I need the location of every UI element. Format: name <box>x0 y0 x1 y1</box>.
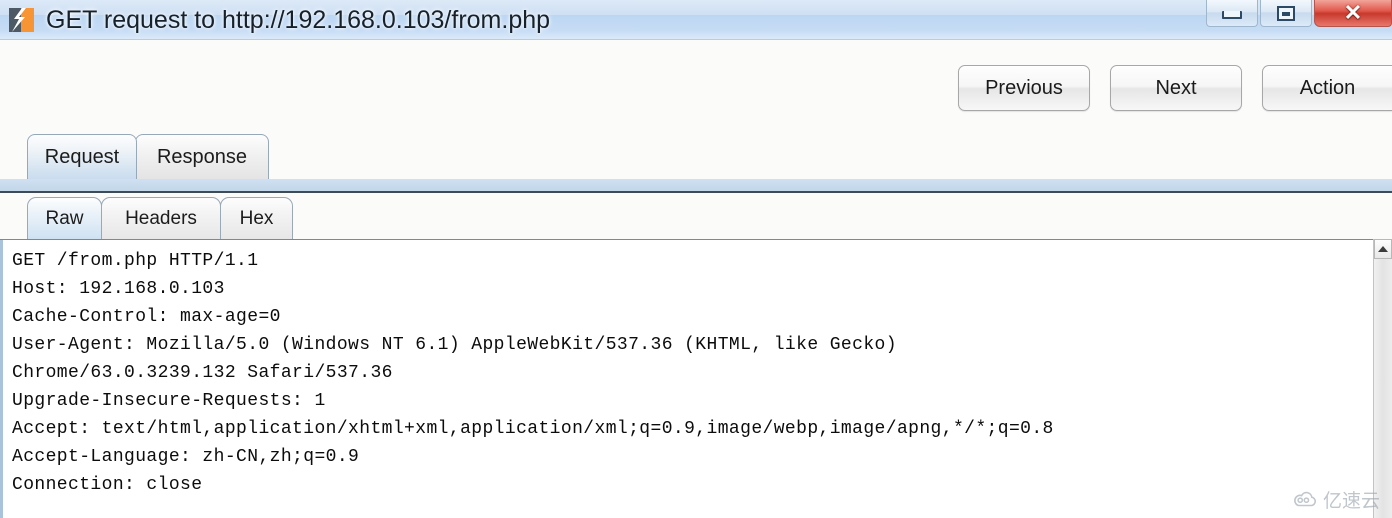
action-button[interactable]: Action <box>1262 65 1392 111</box>
tab-hex-label: Hex <box>239 207 274 229</box>
close-button[interactable]: ✕ <box>1314 0 1392 27</box>
window-body: Previous Next Action Request Response Ra… <box>0 40 1392 518</box>
raw-request-text[interactable]: GET /from.php HTTP/1.1 Host: 192.168.0.1… <box>3 240 1373 499</box>
minimize-icon <box>1222 11 1242 19</box>
tab-response-label: Response <box>156 145 248 168</box>
message-tab-underline <box>0 179 1392 193</box>
previous-button[interactable]: Previous <box>958 65 1090 111</box>
tab-raw-label: Raw <box>45 207 84 229</box>
window-controls: ✕ <box>1206 0 1392 31</box>
tab-request-label: Request <box>44 145 120 168</box>
scroll-up-icon <box>1378 246 1388 252</box>
message-tab-bar: Request Response <box>0 134 1392 179</box>
window-title: GET request to http://192.168.0.103/from… <box>46 6 551 34</box>
tab-raw[interactable]: Raw <box>27 197 102 239</box>
tab-hex[interactable]: Hex <box>220 197 293 239</box>
raw-request-editor[interactable]: GET /from.php HTTP/1.1 Host: 192.168.0.1… <box>0 239 1392 518</box>
next-button-label: Next <box>1155 76 1197 99</box>
restore-button[interactable] <box>1260 0 1312 27</box>
editor-vertical-scrollbar[interactable] <box>1373 239 1392 518</box>
minimize-button[interactable] <box>1206 0 1258 27</box>
next-button[interactable]: Next <box>1110 65 1242 111</box>
tab-response[interactable]: Response <box>135 134 269 179</box>
tab-headers-label: Headers <box>125 207 197 229</box>
title-bar[interactable]: GET request to http://192.168.0.103/from… <box>0 0 1392 40</box>
raw-request-editor-inner[interactable]: GET /from.php HTTP/1.1 Host: 192.168.0.1… <box>0 240 1373 518</box>
tab-headers[interactable]: Headers <box>101 197 221 239</box>
action-button-label: Action <box>1299 76 1356 99</box>
view-tab-bar: Raw Headers Hex <box>0 197 1392 239</box>
tab-request[interactable]: Request <box>27 134 137 179</box>
previous-button-label: Previous <box>985 76 1063 99</box>
close-icon: ✕ <box>1343 0 1363 25</box>
action-toolbar: Previous Next Action <box>958 65 1392 111</box>
restore-icon <box>1277 5 1295 21</box>
burp-intercept-window: GET request to http://192.168.0.103/from… <box>0 0 1392 518</box>
scroll-up-button[interactable] <box>1374 239 1392 259</box>
burp-suite-logo-icon <box>9 8 34 32</box>
titlebar-background-blur <box>620 2 1180 36</box>
